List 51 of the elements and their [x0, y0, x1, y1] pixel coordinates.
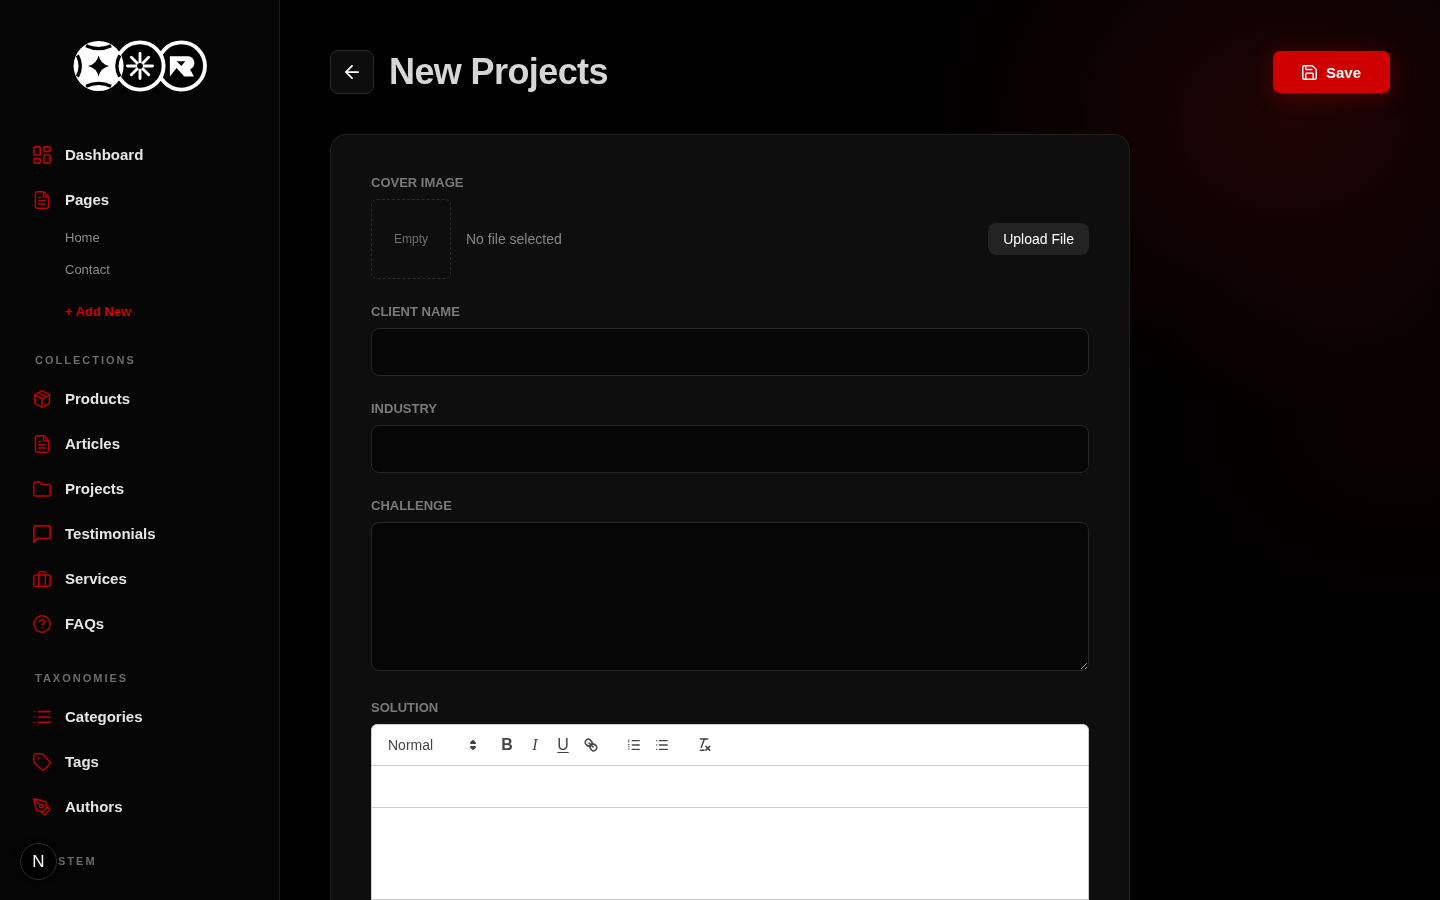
grid-icon [33, 145, 51, 164]
arrow-left-icon [345, 65, 359, 79]
nav-link[interactable]: Authors [33, 784, 123, 829]
nav-link[interactable]: Dashboard [33, 132, 144, 177]
image-drop-field[interactable]: Empty [371, 199, 451, 279]
section-heading: TAXONOMIES [35, 671, 129, 685]
nav-link[interactable]: FAQs [33, 601, 105, 646]
chat-bubble-icon [33, 524, 51, 543]
field-label: INDUSTRY [371, 401, 437, 417]
format-select[interactable]: Normal [380, 733, 478, 757]
text-input[interactable] [371, 328, 1089, 376]
save-button[interactable]: Save [1273, 51, 1390, 93]
nav-link[interactable]: Projects [33, 466, 125, 511]
question-circle-icon [33, 614, 51, 633]
field-label: COVER IMAGE [371, 175, 464, 191]
briefcase-icon [33, 569, 51, 588]
clear-format-icon [698, 738, 712, 752]
section-heading: COLLECTIONS [35, 353, 136, 367]
upload-file-button[interactable]: Upload File [988, 223, 1089, 255]
bold-button[interactable]: B [493, 733, 521, 757]
box-icon [33, 389, 51, 408]
field-label: SOLUTION [371, 700, 439, 716]
folder-icon [33, 479, 51, 498]
underline-button[interactable]: U [549, 733, 577, 757]
nav-sublink[interactable]: Contact [65, 254, 110, 286]
nav-link[interactable]: Pages [33, 177, 110, 222]
link-icon [584, 738, 598, 752]
add-new-link[interactable]: + Add New [65, 296, 132, 328]
nav-link[interactable]: Products [33, 376, 130, 421]
nav-link[interactable]: Testimonials [33, 511, 156, 556]
document-icon [33, 434, 51, 453]
field-label: CLIENT NAME [371, 304, 460, 320]
nav-sublink[interactable]: Home [65, 222, 100, 254]
back-button[interactable] [330, 50, 374, 94]
nav-link[interactable]: Services [33, 556, 127, 601]
file-status-text: No file selected [466, 231, 562, 247]
document-icon [33, 190, 51, 209]
pen-nib-icon [33, 797, 51, 816]
text-input[interactable] [371, 425, 1089, 473]
updown-caret-icon [470, 740, 476, 750]
textarea-field[interactable] [371, 522, 1089, 671]
field-label: CHALLENGE [371, 498, 452, 514]
italic-button[interactable]: I [521, 733, 549, 757]
nav-link[interactable]: Articles [33, 421, 121, 466]
page-title: New Projects [389, 50, 608, 94]
nav-link[interactable]: Categories [33, 694, 143, 739]
bullet-list-icon [655, 738, 669, 752]
tag-icon [33, 752, 51, 771]
numbered-list-icon [627, 738, 641, 752]
section-heading: STEM [58, 854, 97, 868]
nav-link[interactable]: Tags [33, 739, 99, 784]
